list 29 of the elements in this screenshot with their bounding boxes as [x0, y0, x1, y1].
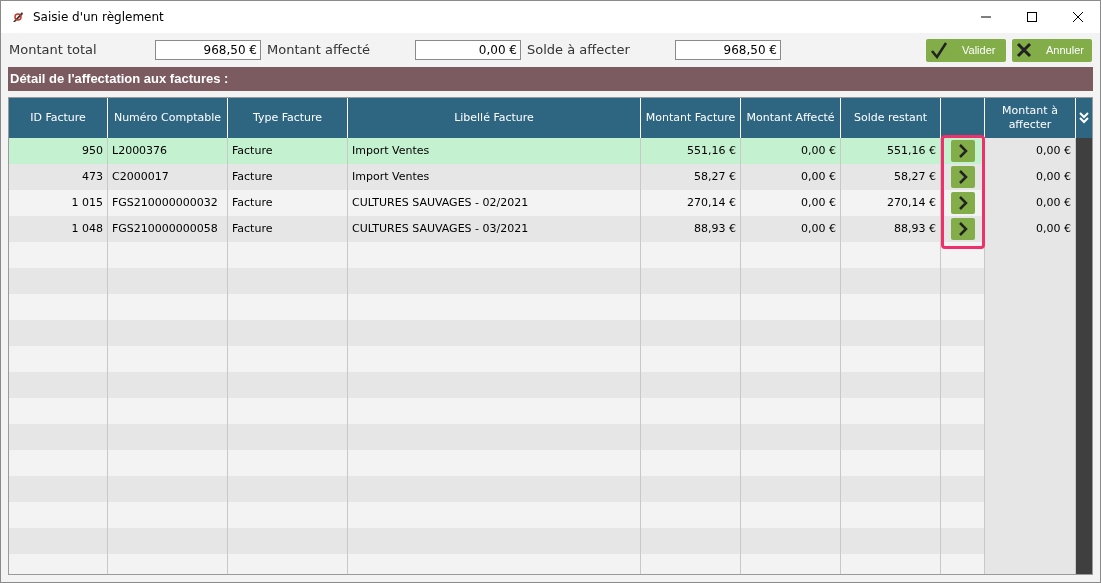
section-header: Détail de l'affectation aux factures :	[8, 67, 1093, 91]
app-icon	[11, 10, 25, 24]
amount-field[interactable]: 968,50 €	[675, 40, 781, 60]
chevron-right-icon	[957, 144, 968, 158]
assign-button[interactable]	[950, 166, 975, 188]
field-label: Montant total	[9, 41, 98, 60]
field-label: Solde à affecter	[527, 41, 631, 60]
scrollbar[interactable]	[1076, 98, 1092, 574]
double-chevron-down-icon[interactable]	[1079, 112, 1089, 124]
field-label: Montant affecté	[267, 41, 372, 60]
chevron-right-icon	[957, 170, 968, 184]
amount-field[interactable]: 0,00 €	[415, 40, 521, 60]
close-icon[interactable]	[1072, 11, 1084, 23]
cross-icon	[1016, 42, 1032, 58]
table-row[interactable]: 473 C2000017 Facture Import Ventes 58,27 € 0,00 € 58,27 € 0,00 €	[9, 164, 1076, 190]
chevron-right-icon	[957, 196, 968, 210]
table-row[interactable]: 1 015 FGS210000000032 Facture CULTURES SAUVAGES - 02/2021 270,14 € 0,00 € 270,14 € 0,00 €	[9, 190, 1076, 216]
table-row[interactable]: 950 L2000376 Facture Import Ventes 551,16 € 0,00 € 551,16 € 0,00 €	[9, 138, 1076, 164]
table-cell: 0,00 €	[985, 138, 1076, 164]
assign-button[interactable]	[950, 140, 975, 162]
chevron-right-icon	[957, 222, 968, 236]
checkmark-icon	[930, 41, 948, 59]
table-cell: 0,00 €	[985, 190, 1076, 216]
assign-button[interactable]	[950, 192, 975, 214]
amount-field[interactable]: 968,50 €	[155, 40, 261, 60]
maximize-icon[interactable]	[1026, 11, 1038, 23]
table-row[interactable]: 1 048 FGS210000000058 Facture CULTURES SAUVAGES - 03/2021 88,93 € 0,00 € 88,93 € 0,00 €	[9, 216, 1076, 242]
assign-button[interactable]	[950, 218, 975, 240]
window-title: Saisie d'un règlement	[33, 9, 164, 26]
